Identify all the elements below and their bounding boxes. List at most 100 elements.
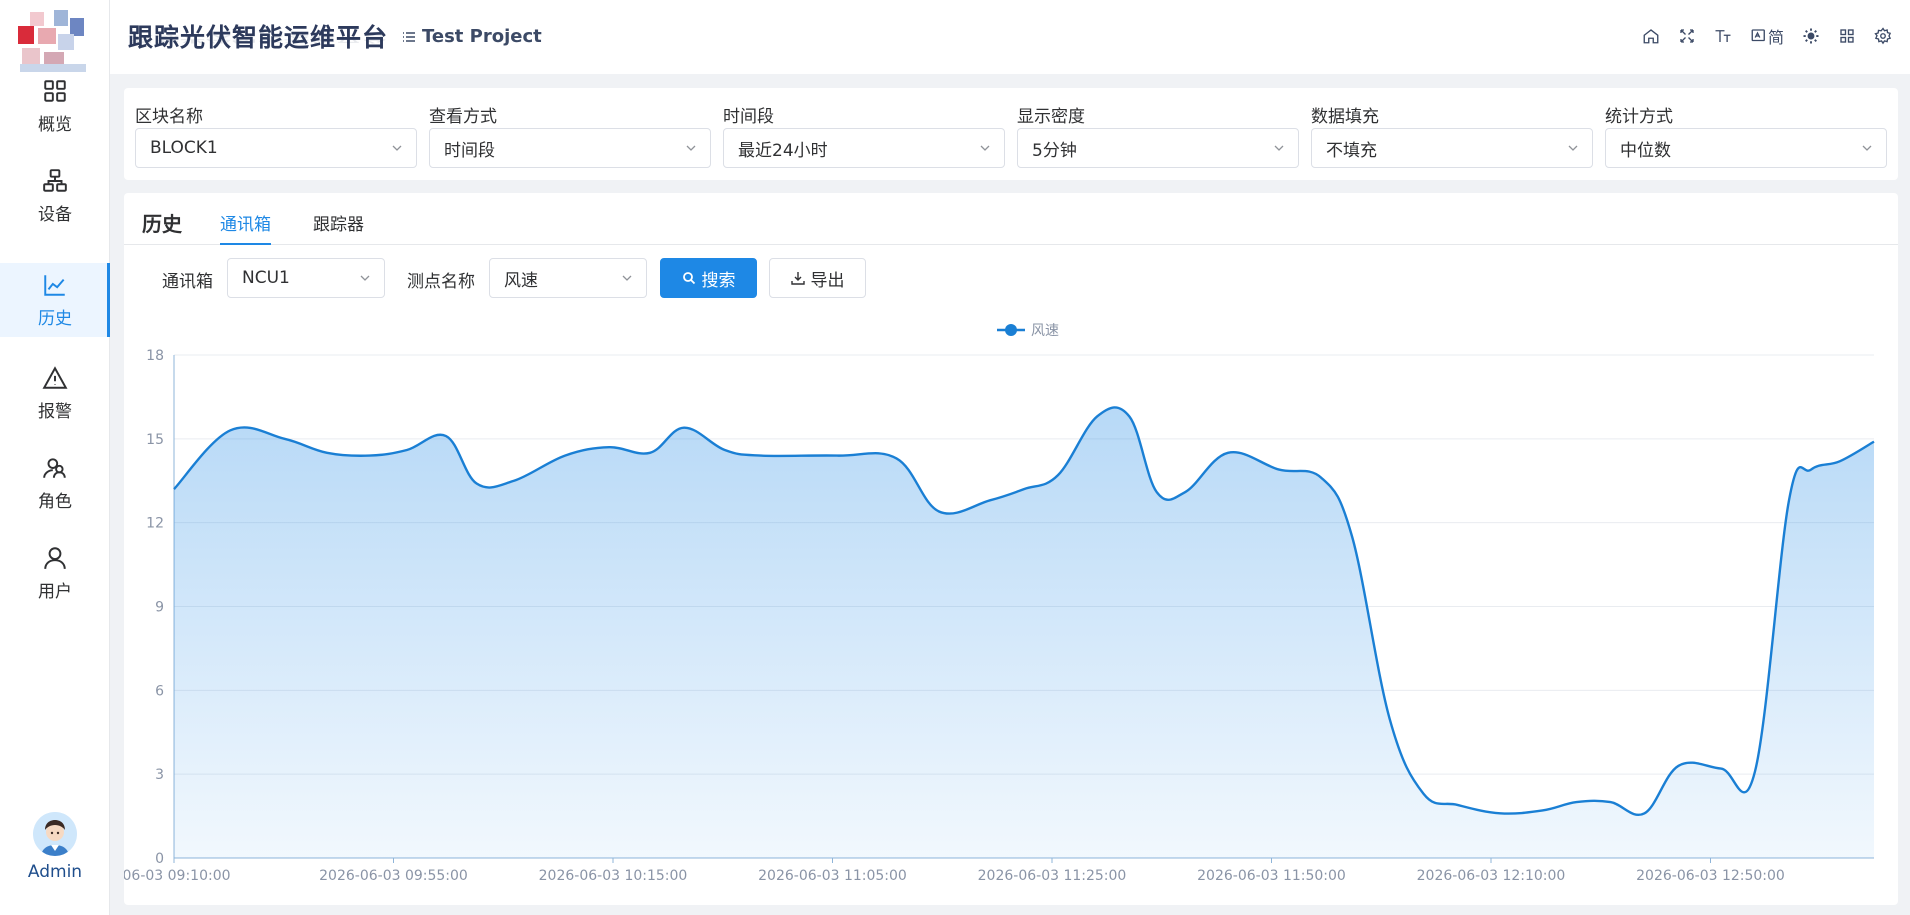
chart-svg: 0 3 6 9 12 15 18 -06-03 09:10:00 2026-06-03 09:5… xyxy=(117,323,1875,884)
select-value: 中位数 xyxy=(1620,140,1671,161)
language-icon[interactable]: 简 xyxy=(1750,24,1784,48)
y-tick-label: 3 xyxy=(155,767,164,783)
chevron-down-icon xyxy=(360,275,370,281)
tab-comm-box[interactable]: 通讯箱 xyxy=(220,210,271,245)
chevron-down-icon xyxy=(686,145,696,151)
filter-label: 时间段 xyxy=(723,107,774,127)
filter-label: 统计方式 xyxy=(1605,107,1673,127)
tab-bar: 历史 通讯箱 跟踪器 xyxy=(124,193,1898,245)
chevron-down-icon xyxy=(980,145,990,151)
sidebar-item-label: 报警 xyxy=(38,401,72,422)
x-tick-label: 2026-06-03 09:55:00 xyxy=(319,868,468,884)
fullscreen-icon[interactable] xyxy=(1678,27,1696,45)
filter-density: 显示密度 5分钟 xyxy=(1017,102,1299,168)
select-value: 最近24小时 xyxy=(738,140,828,161)
filter-view-mode: 查看方式 时间段 xyxy=(429,102,711,168)
y-tick-label: 18 xyxy=(146,348,164,364)
fill-select[interactable]: 不填充 xyxy=(1311,128,1593,168)
sidebar-item-user[interactable]: 用户 xyxy=(0,535,110,611)
chevron-down-icon xyxy=(1568,145,1578,151)
search-button-label: 搜索 xyxy=(701,270,736,291)
avatar[interactable] xyxy=(33,812,77,856)
history-panel: 历史 通讯箱 跟踪器 通讯箱 NCU1 测点名称 风速 搜索 导出 0 3 6 9 12… xyxy=(117,193,1898,905)
x-tick-label: 2026-06-03 10:15:00 xyxy=(539,868,688,884)
y-tick-label: 6 xyxy=(155,683,164,699)
filter-label: 查看方式 xyxy=(429,107,497,127)
export-button-label: 导出 xyxy=(810,270,845,291)
sidebar-item-label: 设备 xyxy=(38,204,72,225)
block-select[interactable]: BLOCK1 xyxy=(135,128,417,168)
density-select[interactable]: 5分钟 xyxy=(1017,128,1299,168)
query-toolbar: 通讯箱 NCU1 测点名称 风速 搜索 导出 xyxy=(124,258,1898,298)
home-icon[interactable] xyxy=(1642,27,1660,45)
search-icon xyxy=(682,272,695,285)
y-tick-label: 0 xyxy=(155,851,164,867)
warning-icon xyxy=(42,365,68,389)
tab-tracker[interactable]: 跟踪器 xyxy=(313,210,364,245)
line-chart-icon xyxy=(44,274,65,296)
user-name[interactable]: Admin xyxy=(0,862,110,882)
grid-icon xyxy=(44,79,66,102)
sidebar: 概览 设备 历史 报警 角色 用户 Admin xyxy=(0,0,110,915)
y-tick-label: 15 xyxy=(146,432,164,448)
time-range-select[interactable]: 最近24小时 xyxy=(723,128,1005,168)
wind-speed-chart: 0 3 6 9 12 15 18 -06-03 09:10:00 2026-06-03 09:5… xyxy=(117,310,1898,905)
filter-stat-method: 统计方式 中位数 xyxy=(1605,102,1887,168)
x-tick-label: 2026-06-03 11:05:00 xyxy=(758,868,907,884)
export-button[interactable]: 导出 xyxy=(769,258,866,298)
chevron-down-icon xyxy=(1862,145,1872,151)
layout-icon[interactable] xyxy=(1838,27,1856,45)
sidebar-item-overview[interactable]: 概览 xyxy=(0,68,110,144)
list-icon xyxy=(403,31,415,42)
select-value: 风速 xyxy=(504,270,538,291)
role-icon xyxy=(43,457,66,478)
chevron-down-icon xyxy=(622,275,632,281)
select-value: 时间段 xyxy=(444,140,495,161)
header: 跟踪光伏智能运维平台 跟踪光伏智能运维平台 Test Project 简 xyxy=(110,0,1910,74)
app-title-reflection: 跟踪光伏智能运维平台 xyxy=(128,34,389,45)
series-area xyxy=(174,407,1874,858)
comm-box-select[interactable]: NCU1 xyxy=(227,258,385,298)
legend-marker xyxy=(1005,324,1017,336)
language-label: 简 xyxy=(1767,28,1784,47)
download-icon xyxy=(790,272,805,285)
view-mode-select[interactable]: 时间段 xyxy=(429,128,711,168)
sidebar-item-device[interactable]: 设备 xyxy=(0,158,110,234)
sidebar-item-history[interactable]: 历史 xyxy=(0,263,110,337)
panel-title: 历史 xyxy=(142,212,182,236)
x-tick-label: -06-03 09:10:00 xyxy=(124,868,231,884)
y-tick-label: 12 xyxy=(146,516,164,532)
project-name: Test Project xyxy=(422,26,542,47)
header-toolbar: 简 xyxy=(1642,24,1892,48)
sidebar-item-label: 用户 xyxy=(38,581,72,602)
x-tick-label: 2026-06-03 12:50:00 xyxy=(1636,868,1785,884)
select-value: NCU1 xyxy=(242,268,290,288)
filter-label: 区块名称 xyxy=(135,107,203,127)
search-button[interactable]: 搜索 xyxy=(660,258,757,298)
stat-method-select[interactable]: 中位数 xyxy=(1605,128,1887,168)
settings-icon[interactable] xyxy=(1874,27,1892,45)
chevron-down-icon xyxy=(392,145,402,151)
sidebar-item-label: 概览 xyxy=(38,114,72,135)
x-tick-label: 2026-06-03 11:50:00 xyxy=(1197,868,1346,884)
legend-label: 风速 xyxy=(1031,323,1059,339)
filter-time-range: 时间段 最近24小时 xyxy=(723,102,1005,168)
x-tick-label: 2026-06-03 12:10:00 xyxy=(1417,868,1566,884)
device-icon xyxy=(43,168,67,192)
filter-label: 显示密度 xyxy=(1017,107,1085,127)
comm-box-label: 通讯箱 xyxy=(162,272,213,292)
point-name-select[interactable]: 风速 xyxy=(489,258,647,298)
sidebar-item-label: 角色 xyxy=(38,491,72,512)
logo xyxy=(18,8,90,72)
y-tick-label: 9 xyxy=(155,600,164,616)
sidebar-item-label: 历史 xyxy=(38,308,72,329)
filter-block-name: 区块名称 BLOCK1 xyxy=(135,102,417,168)
x-tick-label: 2026-06-03 11:25:00 xyxy=(978,868,1127,884)
avatar-image xyxy=(33,812,77,856)
project-selector[interactable]: Test Project xyxy=(402,26,542,47)
sidebar-item-alarm[interactable]: 报警 xyxy=(0,355,110,431)
theme-icon[interactable] xyxy=(1802,27,1820,45)
font-size-icon[interactable] xyxy=(1714,27,1732,45)
select-value: BLOCK1 xyxy=(150,138,218,158)
sidebar-item-role[interactable]: 角色 xyxy=(0,445,110,521)
